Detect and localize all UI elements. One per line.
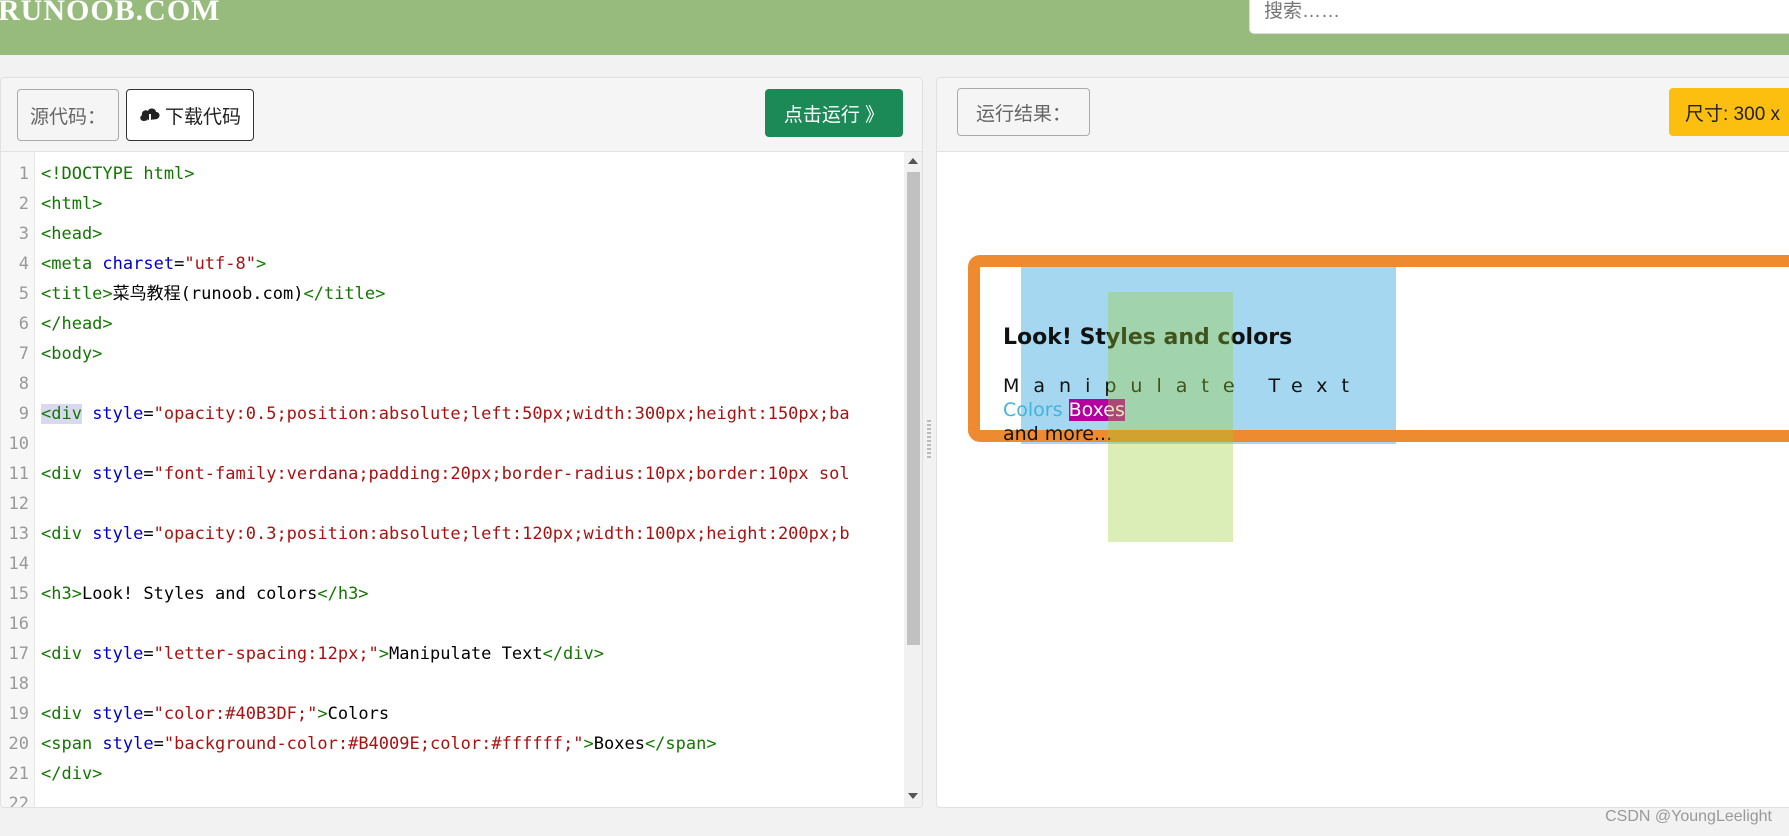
scroll-down-arrow-icon[interactable] (908, 793, 918, 799)
top-navbar: RUNOOB.COM (0, 0, 1789, 55)
code-line: <div style="letter-spacing:12px;">Manipu… (41, 644, 604, 664)
code-line: <html> (41, 194, 103, 214)
result-preview: Look! Styles and colors Manipulate Text … (937, 152, 1789, 807)
source-code-label: 源代码： (17, 89, 119, 141)
run-result-label: 运行结果： (957, 88, 1090, 136)
code-line: <head> (41, 224, 103, 244)
source-code-panel: 源代码： 下载代码 点击运行 》 1 2 3 4 5 6 7 8 9 10 11 12 13 14 15 16… (0, 77, 923, 808)
line-number: 6 (18, 314, 29, 334)
line-number: 19 (8, 704, 29, 724)
code-line: <div style="opacity:0.3;position:absolut… (41, 524, 850, 544)
code-editor[interactable]: <!DOCTYPE html> <html> <head> <meta char… (41, 159, 901, 807)
result-panel-header: 运行结果： 尺寸: 300 x (937, 78, 1789, 152)
line-number: 1 (18, 164, 29, 184)
code-line: <meta charset="utf-8"> (41, 254, 267, 274)
line-number: 20 (8, 734, 29, 754)
code-line: <!DOCTYPE html> (41, 164, 195, 184)
source-panel-header: 源代码： 下载代码 点击运行 》 (1, 78, 922, 152)
line-number: 4 (18, 254, 29, 274)
site-logo[interactable]: RUNOOB.COM (0, 0, 221, 28)
download-code-label: 下载代码 (164, 106, 241, 128)
code-line: <div style="color:#40B3DF;">Colors (41, 704, 390, 724)
code-line: </head> (41, 314, 113, 334)
line-number: 2 (18, 194, 29, 214)
line-number: 12 (8, 494, 29, 514)
translucent-green-box (1108, 292, 1233, 542)
line-number: 17 (8, 644, 29, 664)
download-code-button[interactable]: 下载代码 (126, 89, 254, 141)
colors-word: Colors (1003, 399, 1063, 421)
line-number: 3 (18, 224, 29, 244)
run-button[interactable]: 点击运行 》 (765, 89, 903, 137)
line-number: 13 (8, 524, 29, 544)
line-number: 18 (8, 674, 29, 694)
line-number: 22 (8, 794, 29, 808)
scrollbar-thumb[interactable] (907, 172, 920, 645)
code-line: <h3>Look! Styles and colors</h3> (41, 584, 369, 604)
code-line: <div style="opacity:0.5;position:absolut… (41, 404, 850, 424)
code-line: <title>菜鸟教程(runoob.com)</title> (41, 284, 386, 304)
code-scrollbar[interactable] (904, 152, 922, 807)
result-panel: 运行结果： 尺寸: 300 x Look! Styles and colors … (936, 77, 1789, 808)
line-number: 16 (8, 614, 29, 634)
orange-bordered-box: Look! Styles and colors Manipulate Text … (968, 255, 1789, 445)
line-number: 14 (8, 554, 29, 574)
search-input[interactable] (1249, 0, 1789, 34)
line-number: 5 (18, 284, 29, 304)
code-line: <body> (41, 344, 103, 364)
cloud-download-icon (140, 108, 160, 125)
line-number: 8 (18, 374, 29, 394)
line-numbers: 1 2 3 4 5 6 7 8 9 10 11 12 13 14 15 16 17 18 19 20 21 22 (1, 159, 29, 808)
scroll-up-arrow-icon[interactable] (908, 158, 918, 164)
line-number: 9 (18, 404, 29, 424)
code-line: <span style="background-color:#B4009E;co… (41, 734, 717, 754)
size-badge: 尺寸: 300 x (1669, 88, 1789, 136)
line-number: 10 (8, 434, 29, 454)
line-number: 21 (8, 764, 29, 784)
line-number: 7 (18, 344, 29, 364)
line-number: 11 (8, 464, 29, 484)
code-line: </div> (41, 764, 103, 784)
panel-resize-handle[interactable] (927, 420, 931, 460)
watermark: CSDN @YoungLeelight (1605, 808, 1772, 825)
code-line: <div style="font-family:verdana;padding:… (41, 464, 850, 484)
line-number: 15 (8, 584, 29, 604)
